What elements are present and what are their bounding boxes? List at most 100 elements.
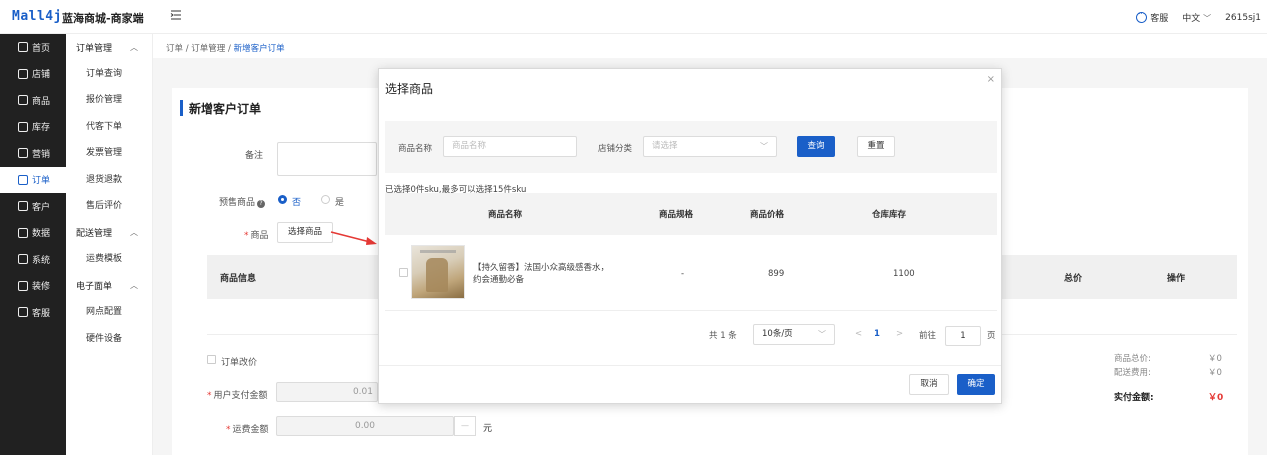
chevron-up-icon: ︿ — [130, 281, 138, 291]
select-goods-button[interactable]: 选择商品 — [277, 222, 333, 243]
presale-yes-radio[interactable] — [321, 195, 330, 204]
nav-system[interactable]: 系统 — [0, 246, 66, 273]
pager-total: 共 1 条 — [709, 331, 737, 341]
menu-collapse-icon[interactable] — [170, 9, 182, 21]
stock-icon — [18, 121, 28, 132]
top-bar: Mall4j 蓝海商城-商家端 客服 中文 ﹀ 2615sj1 — [0, 0, 1267, 34]
freight-stepper[interactable] — [454, 416, 476, 436]
submenu-group-eform[interactable]: 电子面单 ︿ — [66, 273, 152, 300]
main-nav: 首页 店铺 商品 库存 营销 订单 客户 数据 系统 装修 客服 — [0, 34, 66, 455]
row-checkbox[interactable] — [399, 268, 408, 277]
remark-label: 备注 — [245, 151, 264, 161]
table-row[interactable]: 【持久留香】法国小众高级感香水，约会通勤必备 - 899 1100 — [385, 235, 997, 311]
presale-no-radio[interactable] — [278, 195, 287, 204]
nav-home[interactable]: 首页 — [0, 34, 66, 61]
nav-goods[interactable]: 商品 — [0, 87, 66, 114]
submenu-item[interactable]: 硬件设备 — [66, 326, 152, 353]
goods-spec: - — [681, 269, 685, 279]
user-pay-input[interactable]: 0.01 — [276, 382, 378, 402]
dialog-table-header: 商品名称 商品规格 商品价格 仓库库存 — [385, 193, 997, 235]
delivery-fee-value: ￥0 — [1208, 368, 1222, 378]
nav-decorate[interactable]: 装修 — [0, 273, 66, 300]
data-icon — [18, 227, 28, 238]
cancel-button[interactable]: 取消 — [909, 374, 949, 395]
customer-service-link[interactable]: 客服 — [1136, 10, 1169, 24]
submenu-item[interactable]: 运费模板 — [66, 246, 152, 273]
chevron-up-icon: ︿ — [130, 42, 138, 52]
submenu-group-order[interactable]: 订单管理 ︿ — [66, 34, 152, 61]
user-menu[interactable]: 2615sj1 — [1225, 13, 1261, 23]
chevron-up-icon: ︿ — [130, 228, 138, 238]
nav-chat[interactable]: 客服 — [0, 299, 66, 326]
close-icon[interactable]: × — [987, 74, 995, 85]
dialog-title: 选择商品 — [385, 82, 434, 96]
product-thumbnail — [411, 245, 465, 299]
presale-label: 预售商品? — [219, 195, 266, 208]
col-goods-price: 商品价格 — [750, 210, 785, 220]
goods-label: * 商品 — [244, 231, 269, 241]
sub-nav: 订单管理 ︿ 订单查询 报价管理 代客下单 发票管理 退货退款 售后评价 配送管理… — [66, 34, 153, 455]
submenu-item[interactable]: 订单查询 — [66, 61, 152, 88]
modify-price-label: 订单改价 — [221, 358, 258, 368]
actual-pay-label: 实付金额: — [1114, 393, 1154, 403]
confirm-button[interactable]: 确定 — [957, 374, 995, 395]
goto-page-input[interactable]: 1 — [945, 326, 981, 346]
next-page-icon[interactable]: > — [896, 329, 903, 339]
presale-no-label: 否 — [292, 198, 302, 208]
app-title: 蓝海商城-商家端 — [62, 12, 144, 25]
nav-shop[interactable]: 店铺 — [0, 61, 66, 88]
nav-order[interactable]: 订单 — [0, 166, 66, 193]
goods-total-label: 商品总价: — [1114, 354, 1151, 364]
page-size-select[interactable]: 10条/页 ﹀ — [753, 324, 835, 345]
submenu-group-delivery[interactable]: 配送管理 ︿ — [66, 220, 152, 247]
col-goods-stock: 仓库库存 — [872, 210, 907, 220]
chat-icon — [18, 307, 28, 318]
breadcrumb-order-manage[interactable]: 订单管理 — [191, 44, 225, 54]
page-number[interactable]: 1 — [874, 329, 880, 339]
col-goods-name: 商品名称 — [488, 210, 523, 220]
submenu-item[interactable]: 售后评价 — [66, 193, 152, 220]
freight-input[interactable]: 0.00 — [276, 416, 454, 436]
select-goods-dialog: 选择商品 × 商品名称 商品名称 店铺分类 请选择 ﹀ 查询 重置 已选择0件s… — [378, 68, 1002, 404]
presale-yes-label: 是 — [335, 198, 345, 208]
breadcrumb-order[interactable]: 订单 — [166, 44, 183, 54]
submenu-item[interactable]: 发票管理 — [66, 140, 152, 167]
nav-data[interactable]: 数据 — [0, 220, 66, 247]
chevron-down-icon: ﹀ — [818, 330, 826, 339]
delivery-fee-label: 配送费用: — [1114, 368, 1151, 378]
home-icon — [18, 42, 28, 53]
remark-textarea[interactable] — [277, 142, 377, 176]
query-button[interactable]: 查询 — [797, 136, 835, 157]
filter-bar: 商品名称 商品名称 店铺分类 请选择 ﹀ 查询 重置 — [385, 121, 997, 173]
col-goods-spec: 商品规格 — [659, 210, 694, 220]
category-select[interactable]: 请选择 ﹀ — [643, 136, 777, 157]
nav-marketing[interactable]: 营销 — [0, 140, 66, 167]
modify-price-checkbox[interactable] — [207, 355, 216, 364]
goto-label: 前往 — [919, 331, 937, 341]
col-goods-info: 商品信息 — [220, 274, 257, 284]
breadcrumb-current: 新增客户订单 — [233, 44, 285, 54]
language-switch[interactable]: 中文 ﹀ — [1182, 11, 1211, 24]
nav-customer[interactable]: 客户 — [0, 193, 66, 220]
submenu-item[interactable]: 代客下单 — [66, 114, 152, 141]
nav-stock[interactable]: 库存 — [0, 114, 66, 141]
col-total: 总价 — [1064, 274, 1083, 284]
chevron-down-icon: ﹀ — [760, 142, 768, 151]
prev-page-icon[interactable]: < — [855, 329, 862, 339]
user-pay-label: * 用户支付金额 — [207, 391, 268, 401]
breadcrumb: 订单 / 订单管理 / 新增客户订单 — [166, 44, 285, 54]
divider — [379, 365, 1001, 366]
col-action: 操作 — [1167, 274, 1186, 284]
help-icon: ? — [257, 200, 266, 208]
top-right-tools: 客服 中文 ﹀ 2615sj1 — [1136, 10, 1261, 24]
service-label: 客服 — [1150, 14, 1169, 24]
decorate-icon — [18, 280, 28, 291]
freight-unit: 元 — [483, 424, 493, 434]
submenu-item[interactable]: 网点配置 — [66, 299, 152, 326]
annotation-arrow-icon — [330, 231, 377, 245]
submenu-item[interactable]: 退货退款 — [66, 167, 152, 194]
shop-icon — [18, 68, 28, 79]
reset-button[interactable]: 重置 — [857, 136, 895, 157]
goods-name-input[interactable]: 商品名称 — [443, 136, 577, 157]
submenu-item[interactable]: 报价管理 — [66, 87, 152, 114]
